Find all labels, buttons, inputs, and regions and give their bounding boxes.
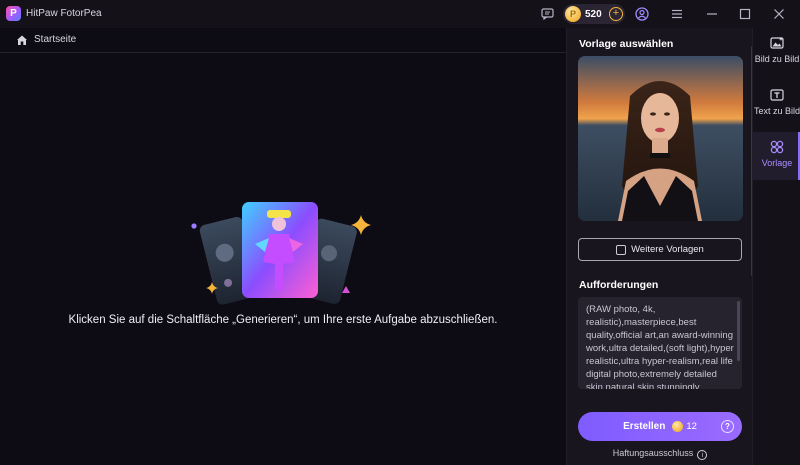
create-cost: 12 — [686, 421, 697, 432]
prompt-section-title: Aufforderungen — [579, 279, 659, 291]
empty-state-hint: Klicken Sie auf die Schaltfläche „Generi… — [68, 314, 498, 326]
help-icon[interactable]: ? — [721, 420, 734, 433]
account-icon[interactable] — [634, 6, 650, 22]
prompt-text: (RAW photo, 4k, realistic),masterpiece,b… — [586, 304, 734, 389]
home-icon[interactable] — [16, 34, 28, 46]
credits-count: 520 — [585, 8, 602, 20]
settings-panel: Vorlage auswählen Weitere Vorlagen Auffo… — [566, 28, 754, 465]
template-preview-image[interactable] — [578, 56, 743, 221]
image-to-image-icon — [770, 37, 784, 49]
disclaimer-label: Haftungsausschluss — [612, 448, 694, 458]
create-button[interactable]: Erstellen 12 ? — [578, 412, 742, 441]
nav-text-to-image[interactable]: Text zu Bild — [753, 80, 800, 128]
title-bar: P HitPaw FotorPea P 520 + — [0, 0, 800, 28]
side-navigation: Bild zu Bild Text zu Bild Vorlage — [752, 28, 800, 465]
template-icon — [770, 140, 784, 154]
create-label: Erstellen — [623, 421, 666, 432]
app-logo-icon: P — [6, 6, 21, 21]
coin-icon — [672, 421, 684, 432]
text-to-image-icon — [770, 89, 784, 101]
info-icon: i — [697, 450, 708, 460]
menu-icon[interactable] — [669, 6, 685, 22]
maximize-icon[interactable] — [737, 6, 753, 22]
nav-template[interactable]: Vorlage — [753, 132, 800, 180]
nav-template-label: Vorlage — [761, 158, 793, 168]
prompt-textarea[interactable]: (RAW photo, 4k, realistic),masterpiece,b… — [578, 297, 742, 389]
app-title: HitPaw FotorPea — [26, 8, 102, 19]
add-credits-icon[interactable]: + — [609, 7, 623, 21]
empty-state-illustration — [191, 202, 371, 305]
disclaimer-link[interactable]: Haftungsausschluss i — [567, 448, 753, 460]
template-gallery-icon — [616, 244, 627, 255]
breadcrumb-home[interactable]: Startseite — [34, 34, 76, 45]
coin-icon: P — [565, 6, 581, 22]
minimize-icon[interactable] — [704, 6, 720, 22]
nav-image-to-image[interactable]: Bild zu Bild — [753, 28, 800, 76]
more-templates-button[interactable]: Weitere Vorlagen — [578, 238, 742, 261]
more-templates-label: Weitere Vorlagen — [631, 244, 704, 255]
nav-text-to-image-label: Text zu Bild — [753, 106, 800, 116]
template-section-title: Vorlage auswählen — [579, 38, 674, 50]
feedback-icon[interactable] — [539, 6, 555, 22]
nav-image-to-image-label: Bild zu Bild — [754, 54, 800, 64]
breadcrumb: Startseite — [0, 28, 566, 53]
main-canvas: Klicken Sie auf die Schaltfläche „Generi… — [0, 53, 566, 465]
close-icon[interactable] — [771, 6, 787, 22]
prompt-scrollbar[interactable] — [737, 301, 740, 361]
